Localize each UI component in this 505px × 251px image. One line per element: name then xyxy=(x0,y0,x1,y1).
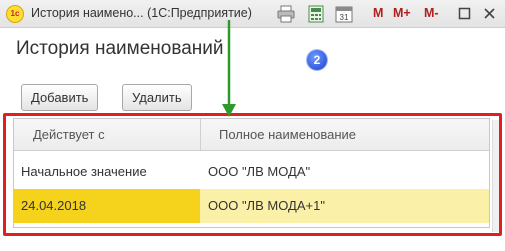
annotation-arrow-icon xyxy=(222,20,236,117)
